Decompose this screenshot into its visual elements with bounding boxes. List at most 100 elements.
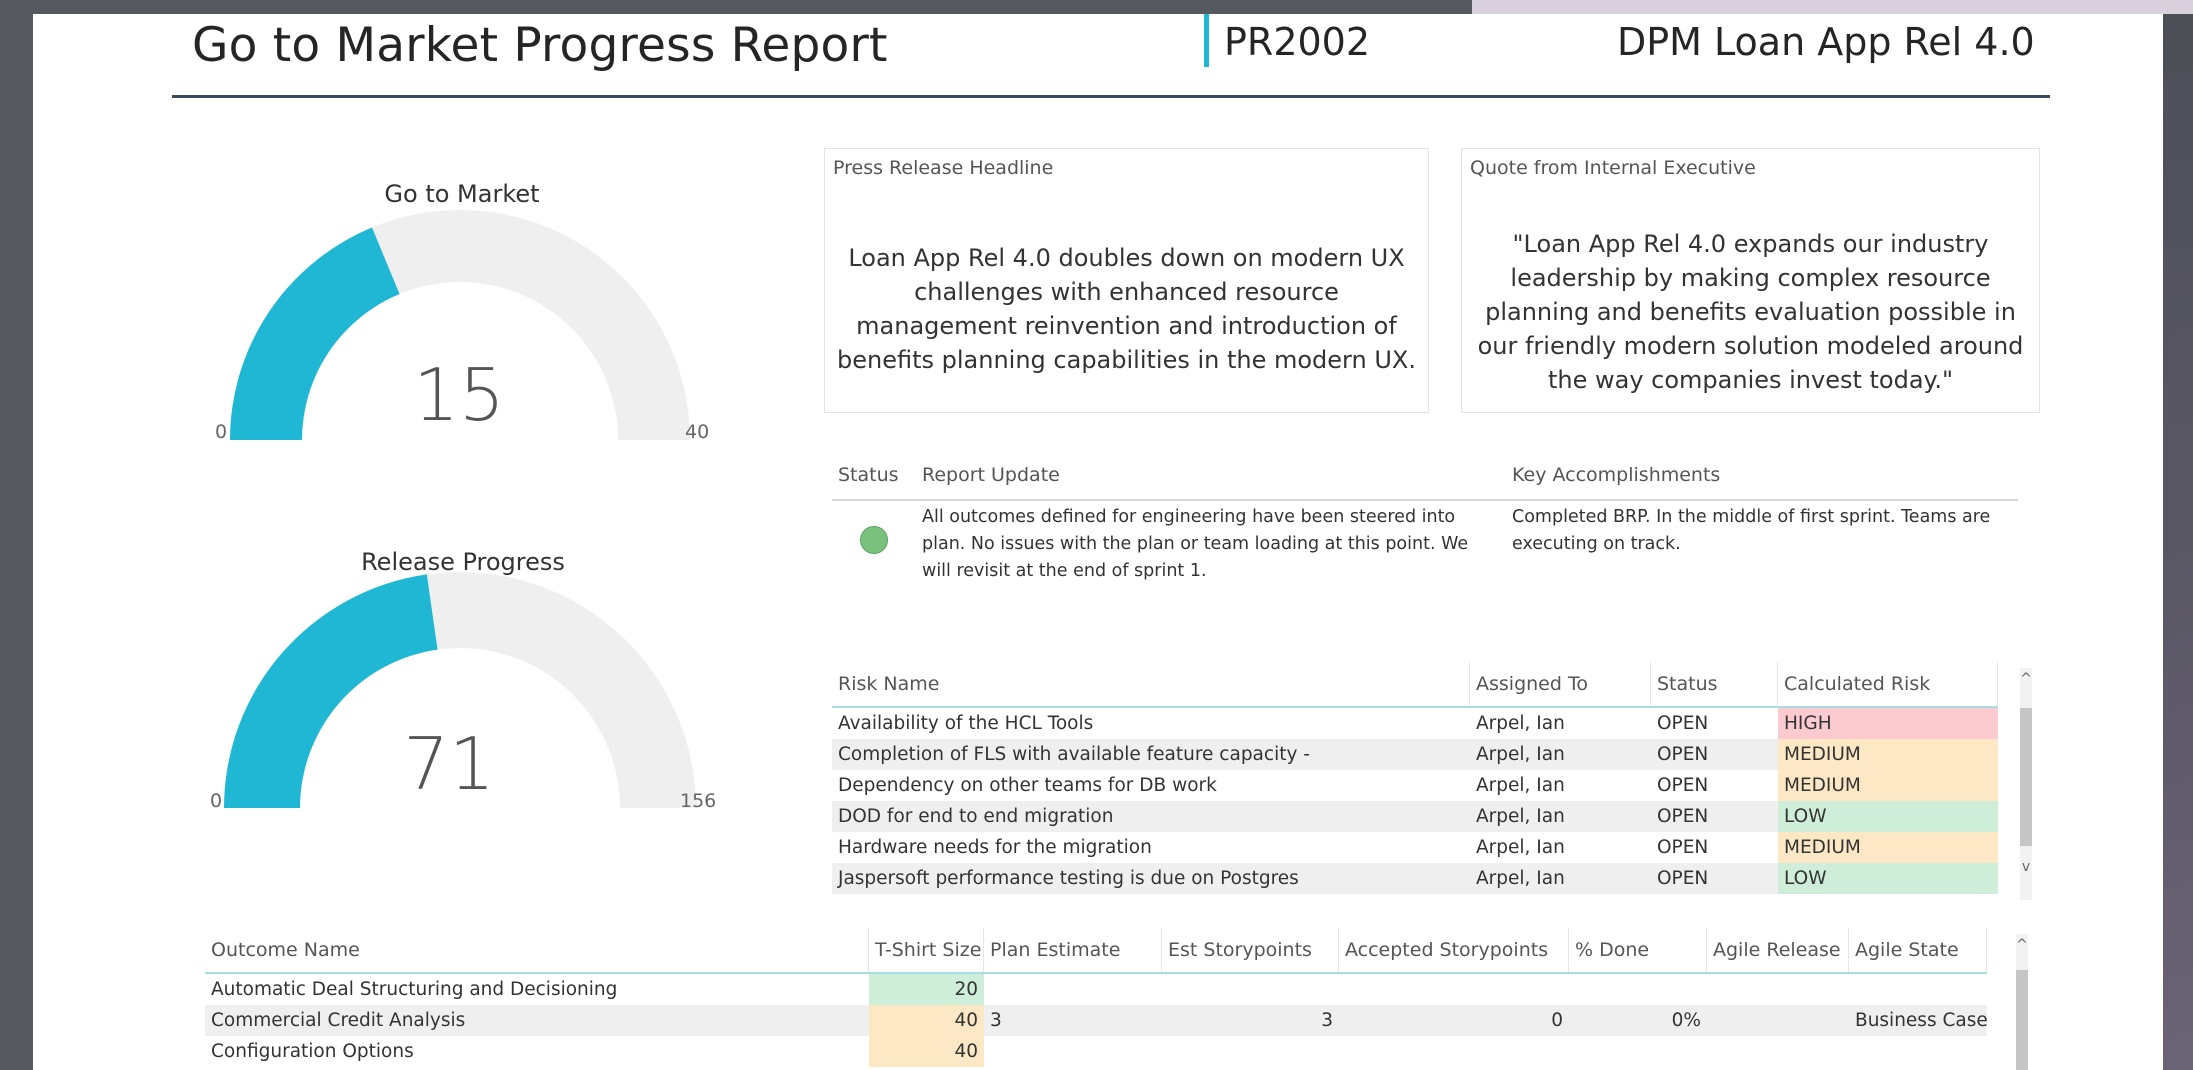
assigned-to-header[interactable]: Assigned To (1470, 662, 1651, 706)
outcome-table: Outcome Name T-Shirt Size Plan Estimate … (205, 928, 1987, 1070)
key-accomplishments-header: Key Accomplishments (1512, 464, 1721, 486)
assigned-to-cell: Arpel, Ian (1476, 837, 1565, 858)
risk-table-row[interactable]: Completion of FLS with available feature… (832, 739, 1998, 770)
agile-release-header[interactable]: Agile Release (1707, 928, 1849, 972)
report-update-text: All outcomes defined for engineering hav… (922, 507, 1469, 581)
tshirt-size-cell: 40 (869, 1036, 984, 1067)
key-accomplishments-text: Completed BRP. In the middle of first sp… (1512, 507, 1991, 554)
accepted-storypoints-cell: 0 (1551, 1010, 1563, 1031)
plan-estimate-cell (984, 974, 1162, 1005)
project-code: PR2002 (1224, 20, 1371, 64)
risk-table-row[interactable]: Dependency on other teams for DB work Arp… (832, 770, 1998, 801)
header-divider (172, 95, 2050, 98)
assigned-to-cell: Arpel, Ian (1476, 868, 1565, 889)
calculated-risk-cell: LOW (1778, 863, 1998, 894)
outcome-name-cell: Commercial Credit Analysis (211, 1010, 466, 1031)
agile-state-header[interactable]: Agile State (1849, 928, 1987, 972)
outcome-name-cell: Configuration Options (211, 1041, 414, 1062)
calculated-risk-header[interactable]: Calculated Risk (1778, 662, 1998, 706)
gauge-max-release-progress: 156 (680, 790, 717, 812)
tshirt-size-cell: 40 (869, 1005, 984, 1036)
est-storypoints-cell (1162, 974, 1339, 1005)
scroll-up-icon[interactable]: ^ (2016, 938, 2028, 952)
plan-estimate-cell: 3 (990, 1010, 1002, 1031)
risk-name-cell: Completion of FLS with available feature… (838, 744, 1310, 765)
outcome-table-row[interactable]: Commercial Credit Analysis 40 3 3 0 0% Busines… (205, 1005, 1987, 1036)
risk-name-cell: DOD for end to end migration (838, 806, 1114, 827)
gauge-max-go-to-market: 40 (685, 421, 710, 443)
risk-table-row[interactable]: Jaspersoft performance testing is due on… (832, 863, 1998, 894)
percent-done-cell (1569, 974, 1707, 1005)
agile-release-cell (1707, 1005, 1849, 1036)
header-accent-bar (1204, 14, 1209, 67)
executive-quote-label: Quote from Internal Executive (1470, 157, 1756, 179)
risk-name-cell: Dependency on other teams for DB work (838, 775, 1217, 796)
agile-state-cell (1849, 974, 1987, 1005)
status-cell: OPEN (1657, 837, 1709, 858)
executive-quote-card: Quote from Internal Executive "Loan App … (1461, 148, 2040, 413)
status-cell: OPEN (1657, 806, 1709, 827)
status-cell: OPEN (1657, 775, 1709, 796)
green-circle-icon (860, 526, 888, 554)
scroll-thumb[interactable] (2020, 708, 2032, 846)
background-edge (2163, 14, 2193, 1070)
outcome-table-row[interactable]: Configuration Options 40 (205, 1036, 1987, 1067)
calculated-risk-cell: LOW (1778, 801, 1998, 832)
press-release-card: Press Release Headline Loan App Rel 4.0 … (824, 148, 1429, 413)
accepted-storypoints-header[interactable]: Accepted Storypoints (1339, 928, 1569, 972)
gauge-min-go-to-market: 0 (215, 421, 228, 443)
percent-done-cell (1569, 1036, 1707, 1067)
outcome-table-row[interactable]: Automatic Deal Structuring and Decisioni… (205, 974, 1987, 1005)
tshirt-size-header[interactable]: T-Shirt Size (869, 928, 984, 972)
agile-state-cell (1849, 1036, 1987, 1067)
status-column-header[interactable]: Status (1651, 662, 1778, 706)
report-update-header: Report Update (922, 464, 1060, 486)
percent-done-cell: 0% (1671, 1010, 1701, 1031)
status-cell: OPEN (1657, 744, 1709, 765)
scroll-up-icon[interactable]: ^ (2020, 672, 2032, 686)
outcome-name-header[interactable]: Outcome Name (205, 928, 869, 972)
risk-name-cell: Hardware needs for the migration (838, 837, 1152, 858)
est-storypoints-cell (1162, 1036, 1339, 1067)
accepted-storypoints-cell (1339, 1036, 1569, 1067)
app-name: DPM Loan App Rel 4.0 (1617, 20, 2035, 64)
agile-release-cell (1707, 974, 1849, 1005)
risk-table-scrollbar[interactable]: ^ v (2020, 668, 2032, 900)
status-header: Status (838, 464, 899, 486)
outcome-table-scrollbar[interactable]: ^ (2016, 934, 2028, 1070)
accepted-storypoints-cell (1339, 974, 1569, 1005)
scroll-thumb[interactable] (2016, 970, 2028, 1070)
risk-table-row[interactable]: DOD for end to end migration Arpel, Ian OP… (832, 801, 1998, 832)
agile-state-cell: Business Case (1855, 1010, 1987, 1031)
agile-release-cell (1707, 1036, 1849, 1067)
assigned-to-cell: Arpel, Ian (1476, 775, 1565, 796)
calculated-risk-cell: MEDIUM (1778, 770, 1998, 801)
status-cell: OPEN (1657, 868, 1709, 889)
gauge-value-go-to-market: 15 (413, 353, 505, 437)
executive-quote-text: "Loan App Rel 4.0 expands our industry l… (1477, 230, 2024, 394)
calculated-risk-cell: HIGH (1778, 708, 1998, 739)
risk-name-header[interactable]: Risk Name (832, 662, 1470, 706)
status-cell: OPEN (1657, 713, 1709, 734)
background-strip (1472, 0, 2193, 14)
scroll-down-icon[interactable]: v (2020, 860, 2032, 874)
risk-table-row[interactable]: Hardware needs for the migration Arpel, I… (832, 832, 1998, 863)
risk-name-cell: Availability of the HCL Tools (838, 713, 1094, 734)
assigned-to-cell: Arpel, Ian (1476, 806, 1565, 827)
risk-table: Risk Name Assigned To Status Calculated … (832, 662, 1998, 898)
gauge-value-release-progress: 71 (403, 722, 495, 806)
calculated-risk-cell: MEDIUM (1778, 832, 1998, 863)
est-storypoints-header[interactable]: Est Storypoints (1162, 928, 1339, 972)
page-title: Go to Market Progress Report (192, 18, 888, 73)
plan-estimate-header[interactable]: Plan Estimate (984, 928, 1162, 972)
assigned-to-cell: Arpel, Ian (1476, 744, 1565, 765)
calculated-risk-cell: MEDIUM (1778, 739, 1998, 770)
risk-name-cell: Jaspersoft performance testing is due on… (838, 868, 1299, 889)
outcome-name-cell: Automatic Deal Structuring and Decisioni… (211, 979, 618, 1000)
assigned-to-cell: Arpel, Ian (1476, 713, 1565, 734)
press-release-label: Press Release Headline (833, 157, 1054, 179)
tshirt-size-cell: 20 (869, 974, 984, 1005)
est-storypoints-cell: 3 (1321, 1010, 1333, 1031)
risk-table-row[interactable]: Availability of the HCL Tools Arpel, Ian O… (832, 708, 1998, 739)
percent-done-header[interactable]: % Done (1569, 928, 1707, 972)
